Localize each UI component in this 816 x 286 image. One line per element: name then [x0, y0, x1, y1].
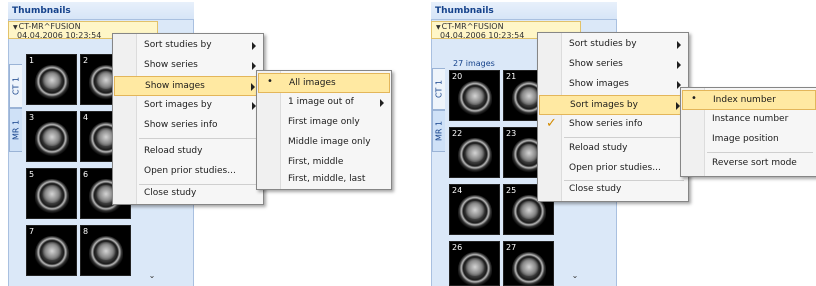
selected-bullet-icon: • [267, 76, 273, 87]
panel-title: Thumbnails [8, 2, 194, 20]
thumbnail[interactable]: 1 [26, 54, 77, 105]
menu-item-sort-studies[interactable]: Sort studies by [114, 36, 262, 56]
menu-separator [707, 152, 813, 153]
menu-separator [564, 137, 684, 138]
chevron-right-icon [251, 83, 255, 91]
menu-item-show-images[interactable]: Show images [539, 75, 687, 95]
menu-item-close-study[interactable]: Close study [114, 184, 262, 204]
menu-item-reload-study[interactable]: Reload study [114, 142, 262, 162]
submenu-sort-images: • Index number Instance number Image posi… [680, 87, 816, 177]
submenu-item-image-position[interactable]: Image position [682, 130, 816, 150]
study-title: CT-MR^FUSION [18, 22, 81, 31]
chevron-right-icon [252, 62, 256, 70]
thumbnail[interactable]: 7 [26, 225, 77, 276]
study-title: CT-MR^FUSION [441, 22, 504, 31]
menu-item-open-prior[interactable]: Open prior studies... [114, 162, 262, 182]
submenu-item-index-number[interactable]: • Index number [682, 90, 816, 110]
menu-item-show-series[interactable]: Show series [539, 55, 687, 75]
menu-item-show-images[interactable]: Show images [114, 76, 262, 96]
submenu-item-1-of[interactable]: 1 image out of [258, 93, 390, 113]
thumbnail[interactable]: 3 [26, 111, 77, 162]
chevron-right-icon [380, 99, 384, 107]
chevron-right-icon [677, 61, 681, 69]
menu-item-open-prior[interactable]: Open prior studies... [539, 159, 687, 179]
image-count: 27 images [453, 59, 495, 68]
menu-item-show-series-info[interactable]: Show series info [114, 116, 262, 136]
thumbnail[interactable]: 22 [449, 127, 500, 178]
thumbnails-panel-left: Thumbnails ▼CT-MR^FUSION 04.04.2006 10:2… [4, 0, 392, 286]
submenu-item-middle-only[interactable]: Middle image only [258, 133, 390, 153]
submenu-show-images: • All images 1 image out of First image o… [256, 70, 392, 190]
submenu-item-instance-number[interactable]: Instance number [682, 110, 816, 130]
collapse-triangle-icon[interactable]: ▼ [436, 24, 441, 31]
menu-item-show-series[interactable]: Show series [114, 56, 262, 76]
menu-item-reload-study[interactable]: Reload study [539, 139, 687, 159]
submenu-item-all-images[interactable]: • All images [258, 73, 390, 93]
scroll-down-button[interactable]: ⌄ [569, 270, 581, 282]
thumbnail[interactable]: 27 [503, 241, 554, 286]
chevron-right-icon [252, 42, 256, 50]
study-date: 04.04.2006 10:23:54 [17, 31, 102, 40]
thumbnail[interactable]: 20 [449, 70, 500, 121]
context-menu: Sort studies by Show series Show images … [112, 33, 264, 205]
thumbnails-panel-right: Thumbnails ▼CT-MR^FUSION 04.04.2006 10:2… [427, 0, 816, 286]
study-date: 04.04.2006 10:23:54 [440, 31, 525, 40]
thumbnail[interactable]: 24 [449, 184, 500, 235]
menu-item-sort-images[interactable]: Sort images by [539, 95, 687, 115]
tab-mr1[interactable]: MR 1 [432, 110, 445, 152]
menu-item-sort-images[interactable]: Sort images by [114, 96, 262, 116]
checkmark-icon: ✓ [546, 116, 557, 131]
menu-item-show-series-info[interactable]: ✓ Show series info [539, 115, 687, 135]
scroll-down-button[interactable]: ⌄ [146, 270, 158, 282]
tab-ct1[interactable]: CT 1 [432, 68, 445, 110]
panel-title: Thumbnails [431, 2, 617, 20]
submenu-item-reverse-sort[interactable]: Reverse sort mode [682, 154, 816, 174]
tab-mr1[interactable]: MR 1 [9, 108, 22, 152]
thumbnail[interactable]: 8 [80, 225, 131, 276]
context-menu: Sort studies by Show series Show images … [537, 32, 689, 202]
thumbnail[interactable]: 26 [449, 241, 500, 286]
chevron-right-icon [677, 41, 681, 49]
selected-bullet-icon: • [691, 93, 697, 104]
menu-item-sort-studies[interactable]: Sort studies by [539, 35, 687, 55]
menu-separator [139, 138, 259, 139]
thumbnail[interactable]: 5 [26, 168, 77, 219]
collapse-triangle-icon[interactable]: ▼ [13, 24, 18, 31]
submenu-item-first-middle-last[interactable]: First, middle, last [258, 173, 390, 187]
submenu-item-first-only[interactable]: First image only [258, 113, 390, 133]
tab-ct1[interactable]: CT 1 [9, 64, 22, 108]
menu-item-close-study[interactable]: Close study [539, 181, 687, 199]
submenu-item-first-middle[interactable]: First, middle [258, 153, 390, 173]
